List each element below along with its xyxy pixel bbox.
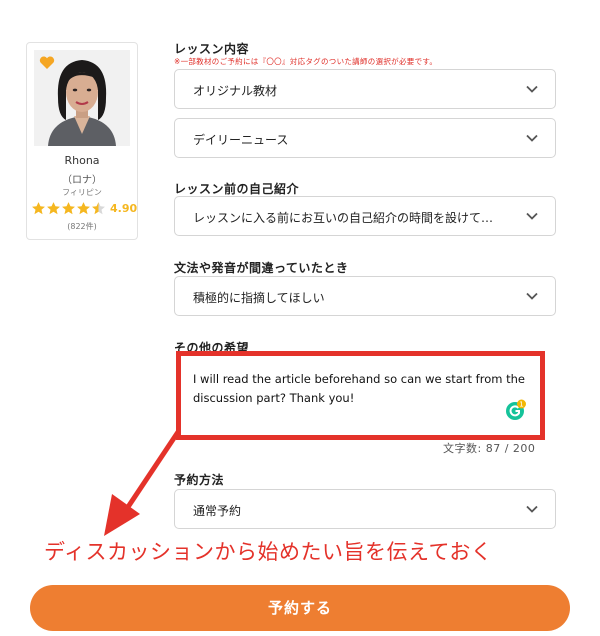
other-requests-textarea[interactable]: I will read the article beforehand so ca… <box>174 356 556 444</box>
intro-select-value: レッスンに入る前にお互いの自己紹介の時間を設けて… <box>193 211 494 225</box>
star-icon <box>62 202 75 215</box>
grammarly-badge: 1 <box>519 401 523 409</box>
booking-method-label: 予約方法 <box>174 473 225 487</box>
chevron-down-icon <box>526 134 538 142</box>
lesson-content-label: レッスン内容 <box>174 42 250 56</box>
submit-booking-button[interactable]: 予約する <box>30 585 570 631</box>
material-select[interactable]: オリジナル教材 <box>174 69 556 109</box>
annotation-text: ディスカッションから始めたい旨を伝えておく <box>44 540 493 564</box>
correction-select[interactable]: 積極的に指摘してほしい <box>174 276 556 316</box>
rating-stars <box>31 201 106 216</box>
star-icon <box>77 202 90 215</box>
correction-select-value: 積極的に指摘してほしい <box>193 291 325 305</box>
correction-label: 文法や発音が間違っていたとき <box>174 261 349 275</box>
tutor-name: Rhona <box>64 154 100 167</box>
sub-material-select-value: デイリーニュース <box>193 133 289 147</box>
star-icon <box>32 202 45 215</box>
tutor-name-kana: （ロナ） <box>62 175 102 186</box>
review-count[interactable]: (822件) <box>27 221 137 232</box>
booking-method-select[interactable]: 通常予約 <box>174 489 556 529</box>
material-select-value: オリジナル教材 <box>193 84 278 98</box>
rating-value: 4.90 <box>110 202 138 215</box>
intro-label: レッスン前の自己紹介 <box>174 182 300 196</box>
intro-select[interactable]: レッスンに入る前にお互いの自己紹介の時間を設けて… <box>174 196 556 236</box>
chevron-down-icon <box>526 292 538 300</box>
tutor-card[interactable]: Rhona （ロナ） フィリピン 4.90 (822件) <box>26 42 138 240</box>
tutor-country: フィリピン <box>62 188 102 197</box>
lesson-content-note: ※一部教材のご予約には『〇〇』対応タグのついた講師の選択が必要です。 <box>174 57 438 66</box>
half-star-icon <box>92 202 105 215</box>
star-icon <box>47 202 60 215</box>
chevron-down-icon <box>526 85 538 93</box>
other-requests-label: その他の希望 <box>174 341 250 355</box>
other-requests-text: I will read the article beforehand so ca… <box>193 372 525 405</box>
booking-method-select-value: 通常予約 <box>193 504 242 518</box>
heart-icon[interactable] <box>39 55 55 69</box>
grammarly-icon[interactable]: 1 <box>505 399 527 421</box>
chevron-down-icon <box>526 212 538 220</box>
sub-material-select[interactable]: デイリーニュース <box>174 118 556 158</box>
rating-row: 4.90 <box>31 201 137 216</box>
chevron-down-icon <box>526 505 538 513</box>
char-count: 文字数: 87 / 200 <box>443 442 536 455</box>
